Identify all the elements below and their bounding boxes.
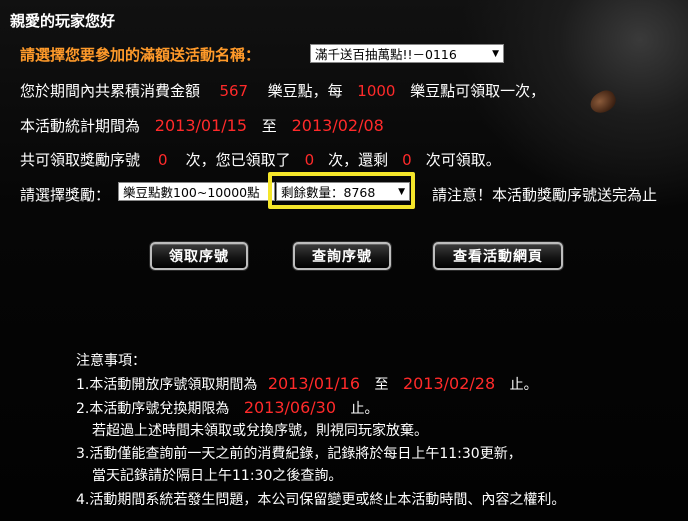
counts-prefix: 共可領取獎勵序號 [20, 151, 141, 169]
spend-suffix: 樂豆點可領取一次， [410, 82, 546, 100]
greeting-title: 親愛的玩家您好 [10, 12, 116, 30]
spend-prefix: 您於期間內共累積消費金額 [20, 82, 201, 100]
counts-line: 共可領取獎勵序號 0 次，您已領取了 0 次，還剩 0 次可領取。 [20, 149, 501, 170]
counts-mid2: 次，還剩 [328, 151, 389, 169]
period-line: 本活動統計期間為 2013/01/15 至 2013/02/08 [20, 115, 384, 136]
note-item-2: 2.本活動序號兌換期限為 2013/06/30 止。 [76, 398, 378, 418]
spend-amount: 567 [219, 82, 249, 100]
reward-label: 請選擇獎勵： [20, 186, 111, 204]
counts-claimed: 0 [304, 151, 315, 169]
note-1-prefix: 1.本活動開放序號領取期間為 [76, 377, 258, 393]
note-1-start: 2013/01/16 [267, 374, 361, 393]
reward-select[interactable]: 樂豆點數100~10000點 [118, 182, 275, 201]
reward-notice: 請注意！本活動獎勵序號送完為止 [432, 186, 658, 204]
spend-mid: 樂豆點，每 [267, 82, 343, 100]
activity-select[interactable]: 滿千送百抽萬點!!－0116 ▼ [310, 44, 504, 63]
note-item-1: 1.本活動開放序號領取期間為 2013/01/16 至 2013/02/28 止… [76, 374, 538, 394]
counts-remaining: 0 [402, 151, 412, 169]
note-1-end: 2013/02/28 [402, 374, 496, 393]
claim-serial-button[interactable]: 領取序號 [150, 242, 248, 270]
counts-suffix: 次可領取。 [425, 151, 501, 169]
activity-select-value: 滿千送百抽萬點!!－0116 [315, 47, 457, 62]
note-1-to: 至 [374, 377, 389, 393]
counts-total: 0 [158, 151, 168, 169]
reward-select-value: 樂豆點數100~10000點 [123, 185, 260, 200]
notes-heading: 注意事項： [76, 353, 146, 369]
note-2-date: 2013/06/30 [243, 398, 337, 417]
view-event-page-button[interactable]: 查看活動網頁 [433, 242, 563, 270]
period-end: 2013/02/08 [291, 116, 384, 135]
period-start: 2013/01/15 [154, 116, 248, 135]
note-2-suffix: 止。 [350, 401, 379, 417]
note-2-prefix: 2.本活動序號兌換期限為 [76, 401, 230, 417]
period-prefix: 本活動統計期間為 [20, 117, 141, 135]
highlight-box [268, 172, 415, 209]
spend-line: 您於期間內共累積消費金額 567 樂豆點，每 1000 樂豆點可領取一次， [20, 80, 545, 101]
period-to: 至 [261, 117, 277, 135]
note-item-4: 4.活動期間系統若發生問題，本公司保留變更或終止本活動時間、內容之權利。 [76, 492, 566, 508]
note-item-2-detail: 若超過上述時間未領取或兌換序號，則視同玩家放棄。 [92, 423, 428, 439]
note-item-3: 3.活動僅能查詢前一天之前的消費紀錄，記錄將於每日上午11:30更新， [76, 446, 522, 462]
activity-label: 請選擇您要參加的滿額送活動名稱： [20, 46, 261, 64]
note-1-suffix: 止。 [509, 377, 538, 393]
note-item-3-detail: 當天記錄請於隔日上午11:30之後查詢。 [92, 468, 343, 484]
chevron-down-icon: ▼ [492, 49, 499, 59]
spend-unit-amount: 1000 [357, 82, 396, 100]
query-serial-button[interactable]: 查詢序號 [293, 242, 391, 270]
counts-mid1: 次，您已領取了 [185, 151, 291, 169]
